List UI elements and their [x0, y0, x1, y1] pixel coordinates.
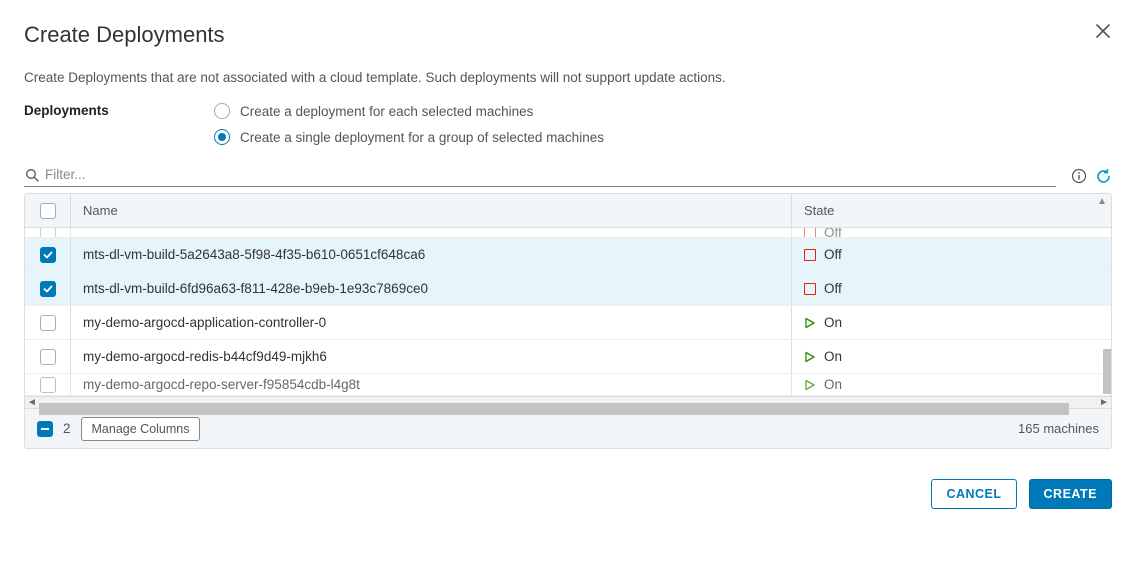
- state-label: Off: [824, 281, 842, 296]
- cancel-button[interactable]: CANCEL: [931, 479, 1016, 509]
- dialog-title: Create Deployments: [24, 22, 225, 48]
- row-checkbox[interactable]: [40, 281, 56, 297]
- row-checkbox[interactable]: [40, 315, 56, 331]
- close-button[interactable]: [1094, 22, 1112, 40]
- scroll-left-icon[interactable]: ◄: [25, 397, 39, 409]
- info-icon: [1071, 168, 1087, 184]
- radio-icon: [214, 129, 230, 145]
- row-name: mts-dl-vm-build-6fd96a63-f811-428e-b9eb-…: [71, 281, 791, 296]
- row-name: my-demo-argocd-redis-b44cf9d49-mjkh6: [71, 349, 791, 364]
- refresh-button[interactable]: [1094, 167, 1112, 185]
- horizontal-scrollbar[interactable]: ◄ ►: [25, 396, 1111, 408]
- search-icon: [24, 167, 39, 182]
- state-label: On: [824, 349, 842, 364]
- table-row[interactable]: mts-dl-vm-build-6fd96a63-f811-428e-b9eb-…: [25, 272, 1111, 306]
- row-name: my-demo-argocd-repo-server-f95854cdb-l4g…: [71, 377, 791, 392]
- table-row[interactable]: my-demo-argocd-application-controller-0 O…: [25, 306, 1111, 340]
- filter-input[interactable]: [45, 165, 1056, 184]
- selection-indicator-checkbox[interactable]: [37, 421, 53, 437]
- row-checkbox[interactable]: [40, 228, 56, 238]
- close-icon: [1096, 24, 1110, 38]
- vscroll-thumb[interactable]: [1103, 349, 1111, 394]
- manage-columns-button[interactable]: Manage Columns: [81, 417, 201, 441]
- select-all-checkbox[interactable]: [40, 203, 56, 219]
- table-body[interactable]: Off mts-dl-vm-build-5a2643a8-5f98-4f35-b6…: [25, 228, 1111, 396]
- radio-each-label: Create a deployment for each selected ma…: [240, 104, 533, 119]
- table-row[interactable]: my-demo-argocd-repo-server-f95854cdb-l4g…: [25, 374, 1111, 396]
- row-name: mts-dl-vm-build-5a2643a8-5f98-4f35-b610-…: [71, 247, 791, 262]
- machines-table: Name State ▲ Off mts-dl-vm-build-5a2643a8…: [24, 193, 1112, 449]
- table-row[interactable]: mts-dl-vm-build-5a2643a8-5f98-4f35-b610-…: [25, 238, 1111, 272]
- row-state: Off: [791, 228, 1111, 237]
- row-name: my-demo-argocd-application-controller-0: [71, 315, 791, 330]
- table-header: Name State ▲: [25, 194, 1111, 228]
- vertical-scrollbar[interactable]: [1103, 249, 1111, 421]
- row-checkbox[interactable]: [40, 247, 56, 263]
- state-off-icon: [804, 249, 816, 261]
- row-state: On: [791, 306, 1111, 339]
- state-on-icon: [804, 317, 816, 329]
- row-state: On: [791, 374, 1111, 395]
- column-header-name[interactable]: Name: [71, 203, 791, 218]
- info-button[interactable]: [1070, 167, 1088, 185]
- state-label: Off: [824, 228, 842, 238]
- refresh-icon: [1095, 168, 1112, 185]
- state-label: On: [824, 315, 842, 330]
- state-label: On: [824, 377, 842, 392]
- radio-single-deployment[interactable]: Create a single deployment for a group o…: [214, 129, 604, 145]
- row-state: On: [791, 340, 1111, 373]
- radio-icon: [214, 103, 230, 119]
- state-off-icon: [804, 228, 816, 238]
- row-state: Off: [791, 272, 1111, 305]
- create-button[interactable]: CREATE: [1029, 479, 1112, 509]
- state-label: Off: [824, 247, 842, 262]
- column-header-state[interactable]: State: [791, 194, 1111, 227]
- radio-single-label: Create a single deployment for a group o…: [240, 130, 604, 145]
- machines-count-label: 165 machines: [1018, 421, 1099, 436]
- state-off-icon: [804, 283, 816, 295]
- hscroll-thumb[interactable]: [39, 403, 1069, 415]
- state-on-icon: [804, 351, 816, 363]
- table-row[interactable]: my-demo-argocd-redis-b44cf9d49-mjkh6 On: [25, 340, 1111, 374]
- sort-caret-icon: ▲: [1097, 196, 1107, 207]
- table-row[interactable]: Off: [25, 228, 1111, 238]
- deployment-mode-radiogroup: Create a deployment for each selected ma…: [214, 103, 604, 145]
- row-checkbox[interactable]: [40, 349, 56, 365]
- dialog-subtitle: Create Deployments that are not associat…: [0, 48, 1136, 103]
- row-state: Off: [791, 238, 1111, 271]
- row-checkbox[interactable]: [40, 377, 56, 393]
- state-on-icon: [804, 379, 816, 391]
- radio-each-machine[interactable]: Create a deployment for each selected ma…: [214, 103, 604, 119]
- selected-count: 2: [63, 421, 71, 436]
- deployments-label: Deployments: [24, 103, 214, 145]
